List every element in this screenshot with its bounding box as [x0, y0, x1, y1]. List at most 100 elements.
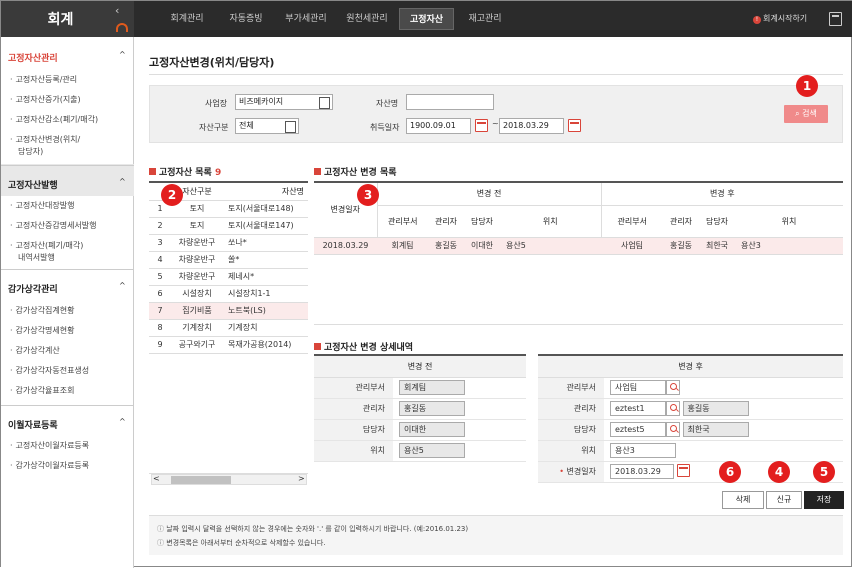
- cell-date: 2018.03.29: [314, 237, 377, 255]
- scroll-right-icon[interactable]: >: [298, 474, 305, 483]
- sidebar-item-asset-disposal[interactable]: 고정자산(폐기/매각): [10, 240, 84, 251]
- sidebar-item-asset-increase[interactable]: 고정자산증가(지출): [10, 94, 81, 105]
- asset-col-name[interactable]: 자산명: [223, 183, 308, 201]
- cell-name: 목재가공용(2014): [223, 336, 308, 354]
- table-row[interactable]: 5 차량운반구 제네시*: [149, 268, 308, 286]
- headset-icon[interactable]: [116, 23, 128, 32]
- calendar-icon[interactable]: [676, 464, 690, 477]
- nav-auto-voucher[interactable]: 자동증빙: [218, 1, 274, 37]
- callout-badge-4: 4: [768, 461, 790, 483]
- sidebar-section-asset-mgmt[interactable]: 고정자산관리: [8, 51, 58, 64]
- nav-inventory[interactable]: 재고관리: [457, 1, 513, 37]
- sidebar-item-dep-voucher[interactable]: 감가상각자동전표생성: [10, 365, 90, 376]
- sidebar-item-asset-disposal-cont[interactable]: 내역서발행: [18, 252, 55, 263]
- chevron-up-icon[interactable]: ^: [119, 281, 126, 290]
- detail-after-grid: 변경 후 관리부서 사업팀 관리자 eztest1 홍길동 담당자 eztest5 최…: [538, 354, 843, 483]
- sidebar-item-dep-summary[interactable]: 감가상각집계현황: [10, 305, 75, 316]
- search-button[interactable]: ⌕ 검색: [784, 105, 828, 123]
- scroll-left-icon[interactable]: <: [153, 474, 160, 483]
- title-divider: [149, 74, 843, 75]
- sidebar-section-depreciation[interactable]: 감가상각관리: [8, 282, 58, 295]
- cell-name: 쏘나*: [223, 234, 308, 252]
- cell-no: 6: [149, 285, 171, 303]
- nav-vat[interactable]: 부가세관리: [274, 1, 338, 37]
- cell-after-location: 용산3: [735, 237, 843, 255]
- table-row[interactable]: 3 차량운반구 쏘나*: [149, 234, 308, 252]
- chevron-up-icon[interactable]: ^: [119, 50, 126, 59]
- after-manager-id-input[interactable]: eztest1: [610, 401, 666, 416]
- callout-badge-5: 5: [813, 461, 835, 483]
- page-title: 고정자산변경(위치/담당자): [149, 56, 275, 69]
- table-row[interactable]: 6 시설장치 시설장치1-1: [149, 285, 308, 303]
- calendar-icon[interactable]: [568, 119, 581, 132]
- after-person-name: 최한국: [682, 422, 749, 437]
- start-accounting-link[interactable]: ! 회계시작하기: [753, 13, 807, 24]
- search-icon[interactable]: [666, 422, 680, 437]
- detail-label-location: 위치: [538, 440, 604, 462]
- chevron-left-icon[interactable]: ‹: [115, 4, 119, 17]
- delete-button[interactable]: 삭제: [722, 491, 764, 509]
- search-icon[interactable]: [666, 401, 680, 416]
- business-select[interactable]: 비즈메카이지: [235, 94, 333, 110]
- after-person-id-input[interactable]: eztest5: [610, 422, 666, 437]
- cell-name: 제네시*: [223, 268, 308, 286]
- change-list-grid: 변경일자 변경 전 변경 후 관리부서 관리자 담당자 위치 관리부서 관리자 …: [314, 181, 843, 325]
- sidebar-item-asset-decrease[interactable]: 고정자산감소(폐기/매각): [10, 114, 99, 125]
- sidebar-item-asset-statement[interactable]: 고정자산증감명세서발행: [10, 220, 97, 231]
- table-row-selected[interactable]: 2018.03.29 회계팀 홍길동 이대한 용산5 사업팀 홍길동 최한국 용…: [314, 237, 843, 255]
- sidebar-item-asset-change-cont[interactable]: 담당자): [18, 146, 43, 157]
- search-icon[interactable]: [666, 380, 680, 395]
- asset-list-title: 고정자산 목록 9: [149, 165, 221, 178]
- after-change-date-input[interactable]: 2018.03.29: [610, 464, 674, 479]
- search-label: 검색: [802, 109, 817, 118]
- cell-type: 시설장치: [171, 285, 223, 303]
- date-to-input[interactable]: 2018.03.29: [499, 118, 564, 134]
- sidebar-item-carry-asset[interactable]: 고정자산이월자료등록: [10, 440, 90, 451]
- nav-withholding[interactable]: 원천세관리: [338, 1, 396, 37]
- nav-fixed-assets[interactable]: 고정자산: [399, 8, 454, 30]
- asset-type-select[interactable]: 전체: [235, 118, 299, 134]
- nav-accounting[interactable]: 회계관리: [156, 1, 218, 37]
- business-label: 사업장: [205, 99, 228, 108]
- notes-panel: 날짜 입력시 달력을 선택하지 않는 경우에는 숫자와 '.' 를 같이 입력하…: [149, 515, 843, 555]
- cell-no: 3: [149, 234, 171, 252]
- change-list-table: 변경일자 변경 전 변경 후 관리부서 관리자 담당자 위치 관리부서 관리자 …: [314, 183, 843, 255]
- cell-before-person: 이대한: [464, 237, 500, 255]
- sidebar-item-dep-calc[interactable]: 감가상각계산: [10, 345, 60, 356]
- sidebar-item-asset-register[interactable]: 고정자산등록/관리: [10, 74, 78, 85]
- chevron-up-icon[interactable]: ^: [119, 177, 126, 186]
- cell-before-location: 용산5: [500, 237, 601, 255]
- table-row-selected[interactable]: 7 집기비품 노트북(LS): [149, 302, 308, 320]
- sidebar-divider: [1, 269, 134, 270]
- change-col-before: 변경 전: [377, 183, 602, 206]
- calendar-icon[interactable]: [475, 119, 488, 132]
- sidebar-item-carry-dep[interactable]: 감가상각이월자료등록: [10, 460, 90, 471]
- table-row[interactable]: 8 기계장치 기계장치: [149, 319, 308, 337]
- scrollbar-thumb[interactable]: [171, 476, 231, 484]
- change-sub-dept: 관리부서: [601, 205, 663, 238]
- change-sub-location: 위치: [500, 205, 602, 238]
- asset-type-label: 자산구분: [199, 123, 229, 132]
- sidebar-item-asset-ledger[interactable]: 고정자산대장발행: [10, 200, 75, 211]
- chevron-up-icon[interactable]: ^: [119, 417, 126, 426]
- sidebar-section-asset-issue[interactable]: 고정자산발행: [8, 178, 58, 191]
- after-location-input[interactable]: 용산3: [610, 443, 676, 458]
- sidebar-section-carryover[interactable]: 이월자료등록: [8, 418, 58, 431]
- asset-name-label: 자산명: [376, 99, 399, 108]
- date-from-input[interactable]: 1900.09.01: [406, 118, 471, 134]
- sidebar-item-asset-change[interactable]: 고정자산변경(위치/: [10, 134, 81, 145]
- asset-list-table: 자산구분 자산명 1 토지 토지(서울대로148) 2 토지 토지(서울대로147) 3…: [149, 183, 308, 354]
- after-dept-input[interactable]: 사업팀: [610, 380, 666, 395]
- new-button[interactable]: 신규: [766, 491, 802, 509]
- cell-name: 시설장치1-1: [223, 285, 308, 303]
- asset-name-input[interactable]: [406, 94, 494, 110]
- table-row[interactable]: 4 차량운반구 쏠*: [149, 251, 308, 269]
- table-row[interactable]: 9 공구와기구 목재가공용(2014): [149, 336, 308, 354]
- section-marker-icon: [314, 168, 321, 175]
- sidebar-item-dep-detail[interactable]: 감가상각명세현황: [10, 325, 75, 336]
- save-button[interactable]: 저장: [804, 491, 844, 509]
- table-row[interactable]: 2 토지 토지(서울대로147): [149, 217, 308, 235]
- cell-no: 4: [149, 251, 171, 269]
- calculator-icon[interactable]: [829, 12, 842, 26]
- sidebar-item-dep-rate[interactable]: 감가상각율표조회: [10, 385, 75, 396]
